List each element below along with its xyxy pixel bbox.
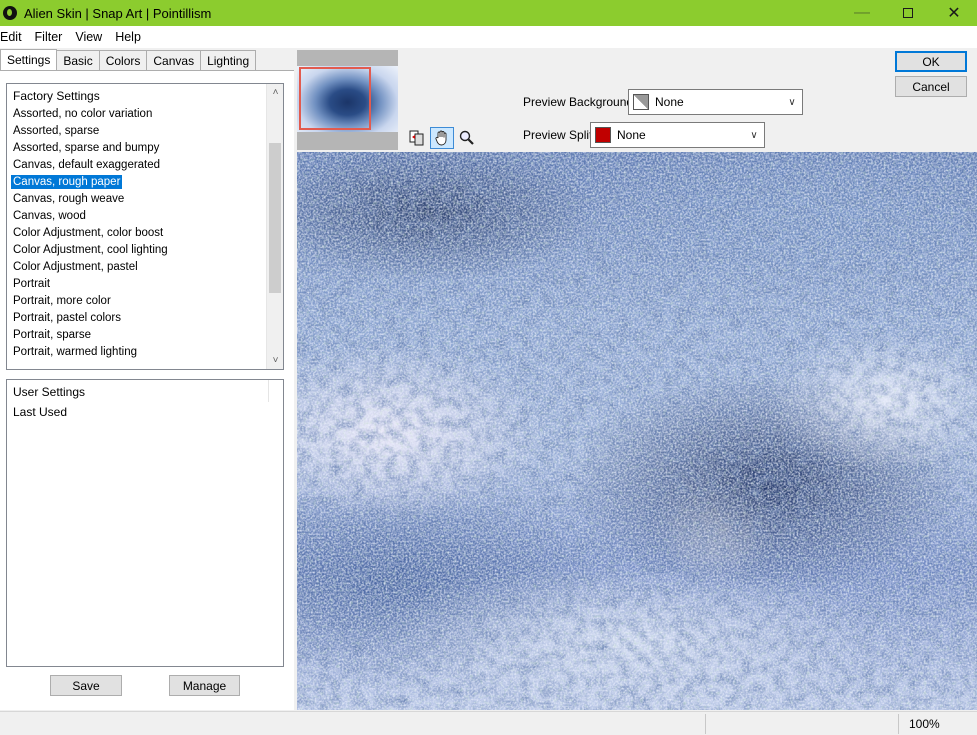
list-item-label: Portrait, more color xyxy=(13,295,111,307)
preview-toolbar xyxy=(405,127,480,149)
list-item[interactable]: Canvas, rough paper xyxy=(7,174,266,191)
zoom-level: 100% xyxy=(909,717,940,731)
scroll-thumb[interactable] xyxy=(269,143,281,294)
window-title: Alien Skin | Snap Art | Pointillism xyxy=(24,5,212,21)
list-item-label: Canvas, default exaggerated xyxy=(13,159,161,171)
preview-background-label: Preview Background: xyxy=(523,95,637,109)
viewport-indicator[interactable] xyxy=(299,67,371,130)
list-item-label: Color Adjustment, color boost xyxy=(13,227,164,239)
status-bar: 100% xyxy=(0,711,977,735)
status-divider xyxy=(898,714,899,734)
user-settings-header: User Settings xyxy=(7,380,269,402)
preview-background-select[interactable]: None ∨ xyxy=(628,89,803,115)
chevron-down-icon: ∨ xyxy=(750,129,758,141)
chevron-down-icon: ∨ xyxy=(788,96,796,108)
scroll-down-button[interactable]: ˅ xyxy=(267,352,284,369)
preview-split-value: None xyxy=(617,128,646,142)
settings-panel: Factory Settings Assorted, no color vari… xyxy=(0,70,294,710)
zoom-icon xyxy=(459,130,474,145)
list-item-label: Color Adjustment, cool lighting xyxy=(13,244,168,256)
list-item-label: Assorted, sparse xyxy=(13,125,100,137)
compare-button[interactable] xyxy=(405,127,429,149)
list-item-label: Canvas, wood xyxy=(13,210,86,222)
factory-settings-content: Factory Settings Assorted, no color vari… xyxy=(7,84,266,369)
list-item-label: Portrait xyxy=(13,278,51,290)
menu-edit[interactable]: Edit xyxy=(0,30,29,44)
preview-split-label: Preview Split: xyxy=(523,128,596,142)
hand-tool-button[interactable] xyxy=(430,127,454,149)
list-item[interactable]: Portrait xyxy=(7,276,266,293)
status-divider xyxy=(705,714,706,734)
list-item[interactable]: Last Used xyxy=(7,402,283,422)
manage-button[interactable]: Manage xyxy=(169,675,240,696)
minimize-button[interactable]: — xyxy=(839,0,885,26)
chevron-down-icon: ˅ xyxy=(272,355,279,366)
navigator-thumbnail[interactable] xyxy=(297,50,398,150)
list-item-label: Portrait, sparse xyxy=(13,329,91,341)
list-item-label: Assorted, no color variation xyxy=(13,108,153,120)
list-item[interactable]: Portrait, pastel colors xyxy=(7,310,266,327)
list-item[interactable]: Color Adjustment, color boost xyxy=(7,225,266,242)
menu-filter[interactable]: Filter xyxy=(35,30,70,44)
ok-button[interactable]: OK xyxy=(895,51,967,72)
scroll-up-button[interactable]: ˄ xyxy=(267,84,284,101)
window-controls: — ✕ xyxy=(839,0,977,26)
hand-icon xyxy=(435,130,447,146)
preview-background-value: None xyxy=(655,95,684,109)
menu-bar: Edit Filter View Help xyxy=(0,26,977,48)
preview-canvas[interactable] xyxy=(297,152,977,710)
zoom-tool-button[interactable] xyxy=(455,127,479,149)
menu-help[interactable]: Help xyxy=(115,30,148,44)
tab-canvas[interactable]: Canvas xyxy=(146,50,202,70)
list-item[interactable]: Canvas, rough weave xyxy=(7,191,266,208)
close-icon: ✕ xyxy=(947,5,961,22)
title-bar: Alien Skin | Snap Art | Pointillism — ✕ xyxy=(0,0,977,26)
cancel-button[interactable]: Cancel xyxy=(895,76,967,97)
tab-basic[interactable]: Basic xyxy=(56,50,100,70)
list-item[interactable]: Canvas, default exaggerated xyxy=(7,157,266,174)
list-item[interactable]: Color Adjustment, cool lighting xyxy=(7,242,266,259)
save-button[interactable]: Save xyxy=(50,675,122,696)
list-item[interactable]: Portrait, more color xyxy=(7,293,266,310)
list-item[interactable]: Canvas, wood xyxy=(7,208,266,225)
chevron-up-icon: ˄ xyxy=(272,87,279,98)
list-item[interactable]: Assorted, no color variation xyxy=(7,106,266,123)
checker-swatch-icon xyxy=(633,94,649,110)
list-item[interactable]: Assorted, sparse and bumpy xyxy=(7,140,266,157)
list-item-label: Portrait, warmed lighting xyxy=(13,346,137,358)
menu-view[interactable]: View xyxy=(75,30,109,44)
list-item-label: Assorted, sparse and bumpy xyxy=(13,142,160,154)
tab-lighting[interactable]: Lighting xyxy=(200,50,257,70)
list-item-label: Canvas, rough weave xyxy=(13,193,125,205)
close-button[interactable]: ✕ xyxy=(931,0,977,26)
tab-settings[interactable]: Settings xyxy=(0,49,58,70)
preview-split-select[interactable]: None ∨ xyxy=(590,122,765,148)
list-item[interactable]: Portrait, warmed lighting xyxy=(7,344,266,361)
minimize-icon: — xyxy=(854,4,870,21)
settings-tabs: Settings Basic Colors Canvas Lighting xyxy=(0,49,257,70)
pointillism-texture xyxy=(297,152,977,710)
factory-settings-rows: Assorted, no color variation Assorted, sp… xyxy=(7,106,266,361)
factory-settings-header: Factory Settings xyxy=(13,89,100,103)
maximize-icon xyxy=(903,8,913,18)
list-item[interactable]: Color Adjustment, pastel xyxy=(7,259,266,276)
user-settings-list[interactable]: User Settings Last Used xyxy=(6,379,284,667)
list-item[interactable]: Assorted, sparse xyxy=(7,123,266,140)
list-item-label: Canvas, rough paper xyxy=(11,175,123,189)
factory-scrollbar[interactable]: ˄ ˅ xyxy=(266,84,283,369)
tab-colors[interactable]: Colors xyxy=(98,50,148,70)
list-item-label: Color Adjustment, pastel xyxy=(13,261,138,273)
list-item[interactable]: Portrait, sparse xyxy=(7,327,266,344)
maximize-button[interactable] xyxy=(885,0,931,26)
list-item-label: Portrait, pastel colors xyxy=(13,312,122,324)
split-color-swatch xyxy=(595,127,611,143)
compare-icon xyxy=(409,130,424,146)
factory-settings-list[interactable]: Factory Settings Assorted, no color vari… xyxy=(6,83,284,370)
app-logo-icon xyxy=(3,6,17,20)
